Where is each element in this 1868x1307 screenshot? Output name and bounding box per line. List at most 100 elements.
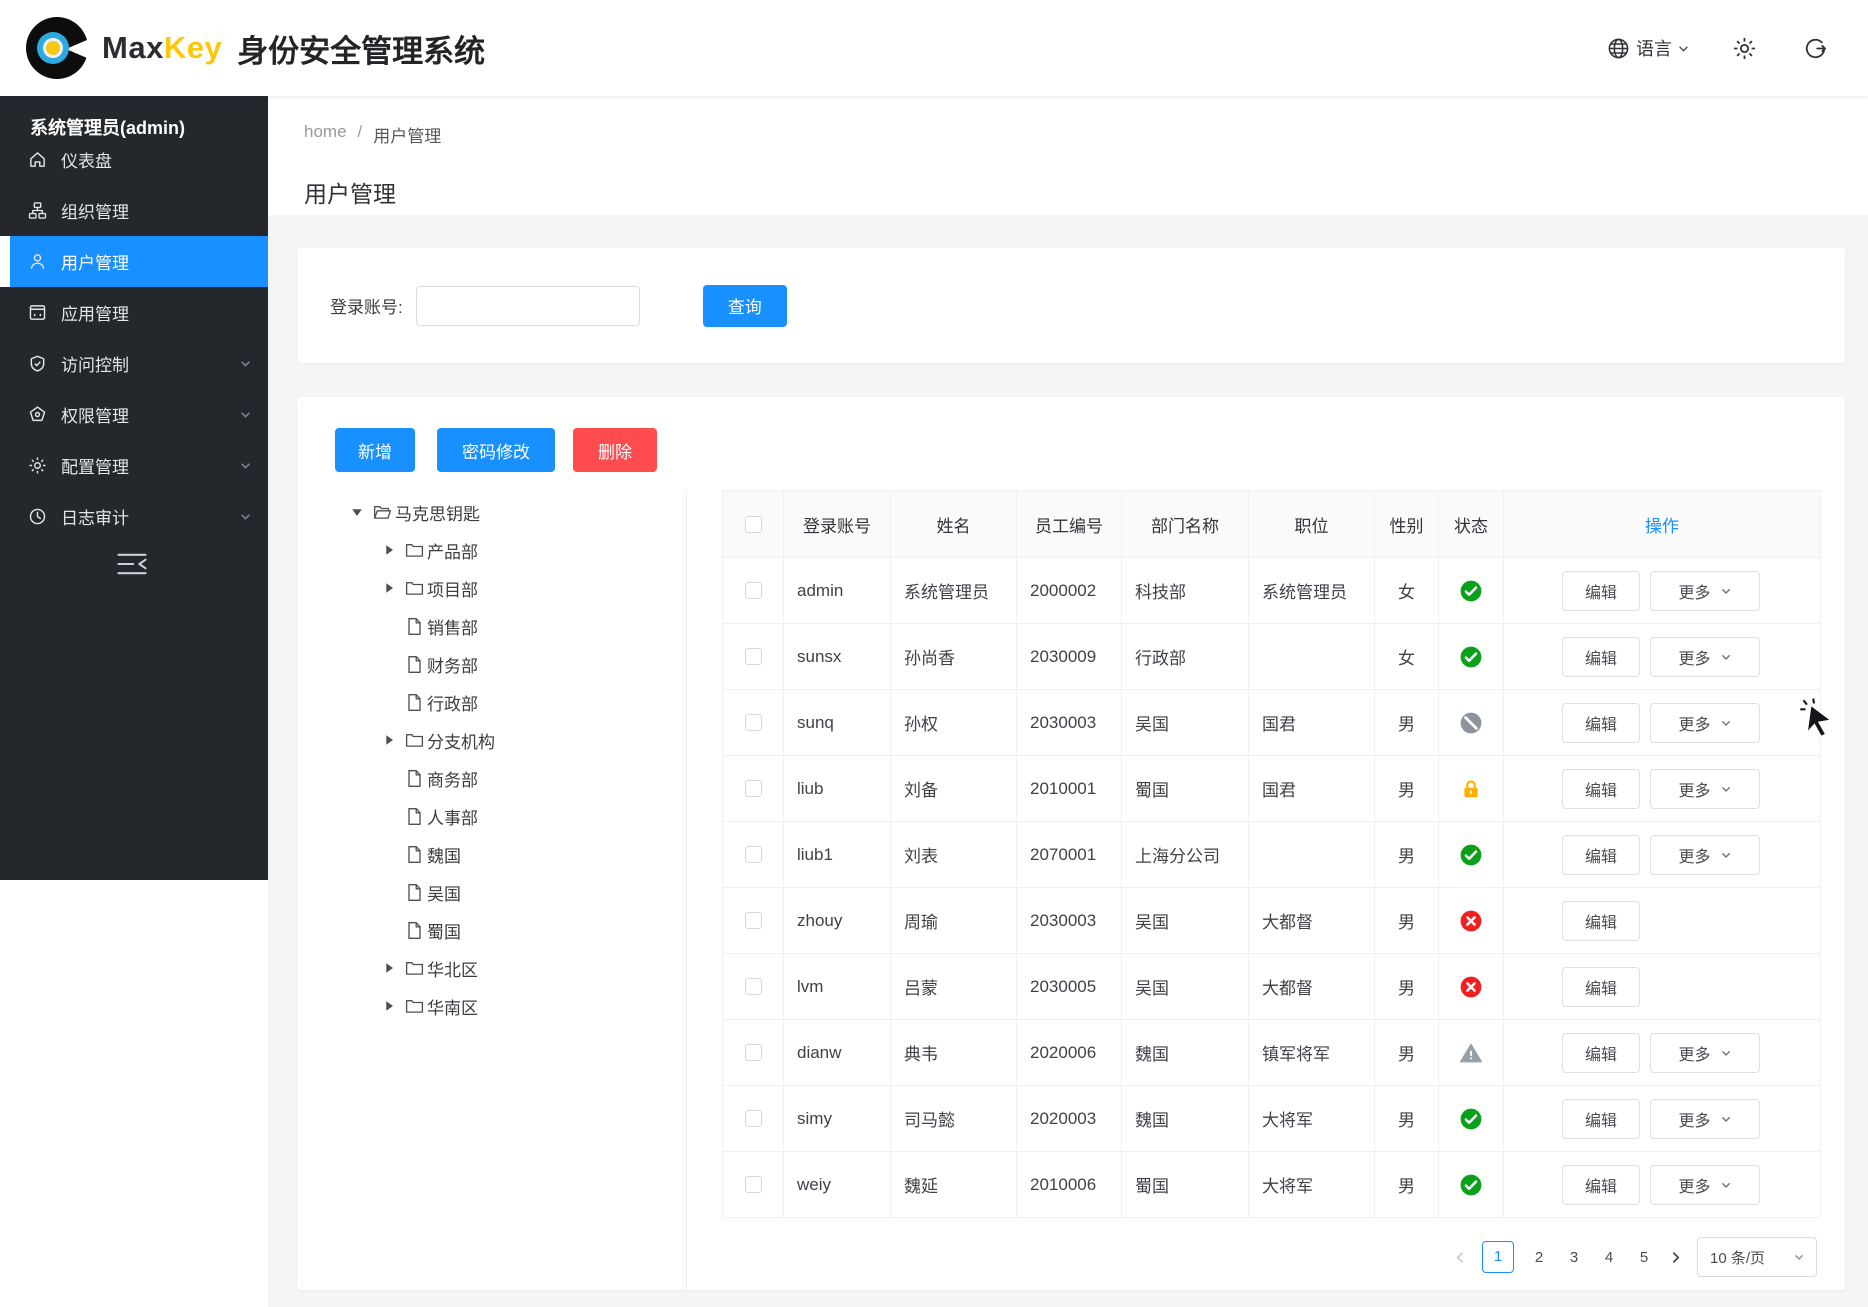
menu-fold-icon[interactable]	[116, 551, 148, 577]
page-number-4[interactable]: 4	[1599, 1249, 1619, 1266]
more-button[interactable]: 更多	[1650, 1033, 1760, 1073]
query-button[interactable]: 查询	[703, 285, 787, 327]
cell-department: 吴国	[1122, 690, 1249, 756]
prev-page-icon[interactable]	[1454, 1251, 1467, 1264]
row-checkbox[interactable]	[745, 1044, 762, 1061]
cell-gender: 女	[1375, 558, 1439, 624]
home-icon	[28, 150, 47, 169]
tree-node-root[interactable]: 马克思钥匙	[297, 493, 686, 531]
tree-node[interactable]: 销售部	[297, 607, 686, 645]
cell-gender: 男	[1375, 1086, 1439, 1152]
tree-node[interactable]: 项目部	[297, 569, 686, 607]
tree-node[interactable]: 产品部	[297, 531, 686, 569]
tree-node[interactable]: 魏国	[297, 835, 686, 873]
page-size-value: 10 条/页	[1710, 1247, 1765, 1268]
cell-position: 国君	[1249, 690, 1375, 756]
row-checkbox[interactable]	[745, 1176, 762, 1193]
edit-button[interactable]: 编辑	[1562, 1033, 1640, 1073]
tree-node[interactable]: 行政部	[297, 683, 686, 721]
select-all-checkbox[interactable]	[745, 516, 762, 533]
sidebar-item-access-control[interactable]: 访问控制	[0, 338, 268, 389]
sidebar-item-label: 日志审计	[61, 504, 129, 529]
more-button[interactable]: 更多	[1650, 703, 1760, 743]
page-number-3[interactable]: 3	[1564, 1249, 1584, 1266]
language-menu[interactable]: 语言	[1607, 35, 1690, 61]
cell-actions: 编辑更多	[1504, 1086, 1821, 1152]
edit-button[interactable]: 编辑	[1562, 835, 1640, 875]
logout-icon[interactable]	[1803, 36, 1828, 61]
cell-select	[723, 690, 784, 756]
tree-node[interactable]: 人事部	[297, 797, 686, 835]
login-account-input[interactable]	[416, 286, 640, 326]
page-number-1[interactable]: 1	[1482, 1241, 1514, 1273]
more-button[interactable]: 更多	[1650, 571, 1760, 611]
sidebar-item-applications[interactable]: 应用管理	[0, 287, 268, 338]
sidebar-item-users[interactable]: 用户管理	[0, 236, 268, 287]
edit-button[interactable]: 编辑	[1562, 901, 1640, 941]
tree-node[interactable]: 财务部	[297, 645, 686, 683]
sidebar-item-audit-log[interactable]: 日志审计	[0, 491, 268, 542]
more-button[interactable]: 更多	[1650, 1165, 1760, 1205]
edit-button[interactable]: 编辑	[1562, 1165, 1640, 1205]
more-button[interactable]: 更多	[1650, 637, 1760, 677]
folder-icon	[405, 997, 424, 1016]
tree-node-label: 马克思钥匙	[395, 500, 480, 525]
page-size-select[interactable]: 10 条/页	[1697, 1237, 1817, 1277]
edit-button[interactable]: 编辑	[1562, 703, 1640, 743]
row-checkbox[interactable]	[745, 582, 762, 599]
page-number-5[interactable]: 5	[1634, 1249, 1654, 1266]
tree-node[interactable]: 分支机构	[297, 721, 686, 759]
folder-icon	[405, 541, 424, 560]
cell-actions: 编辑更多	[1504, 624, 1821, 690]
shield-check-icon	[28, 354, 47, 373]
cell-status	[1439, 1086, 1504, 1152]
add-button[interactable]: 新增	[335, 428, 415, 472]
sidebar-item-label: 组织管理	[61, 198, 129, 223]
edit-button[interactable]: 编辑	[1562, 967, 1640, 1007]
page-header-band: home / 用户管理 用户管理	[268, 96, 1868, 215]
brand-name: MaxKey	[102, 30, 222, 66]
chevron-down-icon	[1720, 585, 1732, 597]
tree-node[interactable]: 华北区	[297, 949, 686, 987]
pentagon-badge-icon	[28, 405, 47, 424]
row-checkbox[interactable]	[745, 714, 762, 731]
edit-button[interactable]: 编辑	[1562, 571, 1640, 611]
edit-button[interactable]: 编辑	[1562, 769, 1640, 809]
sidebar-item-configuration[interactable]: 配置管理	[0, 440, 268, 491]
cell-account: lvm	[784, 954, 891, 1020]
sidebar-item-organization[interactable]: 组织管理	[0, 185, 268, 236]
file-icon	[405, 617, 424, 636]
folder-icon	[405, 579, 424, 598]
breadcrumb-home-link[interactable]: home	[304, 122, 347, 147]
app-title: 身份安全管理系统	[237, 26, 485, 71]
delete-button[interactable]: 删除	[573, 428, 657, 472]
settings-gear-icon[interactable]	[1732, 36, 1757, 61]
table-row: liub刘备2010001蜀国国君男编辑更多	[723, 756, 1821, 822]
row-checkbox[interactable]	[745, 846, 762, 863]
sidebar-item-permissions[interactable]: 权限管理	[0, 389, 268, 440]
more-button[interactable]: 更多	[1650, 769, 1760, 809]
edit-button[interactable]: 编辑	[1562, 1099, 1640, 1139]
more-label: 更多	[1678, 777, 1710, 801]
next-page-icon[interactable]	[1669, 1251, 1682, 1264]
row-checkbox[interactable]	[745, 780, 762, 797]
tree-node[interactable]: 吴国	[297, 873, 686, 911]
row-checkbox[interactable]	[745, 978, 762, 995]
tree-node[interactable]: 商务部	[297, 759, 686, 797]
caret-right-icon	[382, 999, 396, 1013]
change-password-button[interactable]: 密码修改	[437, 428, 555, 472]
page-number-2[interactable]: 2	[1529, 1249, 1549, 1266]
more-button[interactable]: 更多	[1650, 835, 1760, 875]
more-label: 更多	[1678, 1173, 1710, 1197]
cell-position: 系统管理员	[1249, 558, 1375, 624]
edit-button[interactable]: 编辑	[1562, 637, 1640, 677]
row-checkbox[interactable]	[745, 1110, 762, 1127]
row-checkbox[interactable]	[745, 912, 762, 929]
cell-select	[723, 624, 784, 690]
tree-node[interactable]: 蜀国	[297, 911, 686, 949]
tree-node[interactable]: 华南区	[297, 987, 686, 1025]
caret-right-icon	[382, 733, 396, 747]
row-checkbox[interactable]	[745, 648, 762, 665]
sidebar-item-dashboard[interactable]: 仪表盘	[0, 134, 268, 185]
more-button[interactable]: 更多	[1650, 1099, 1760, 1139]
